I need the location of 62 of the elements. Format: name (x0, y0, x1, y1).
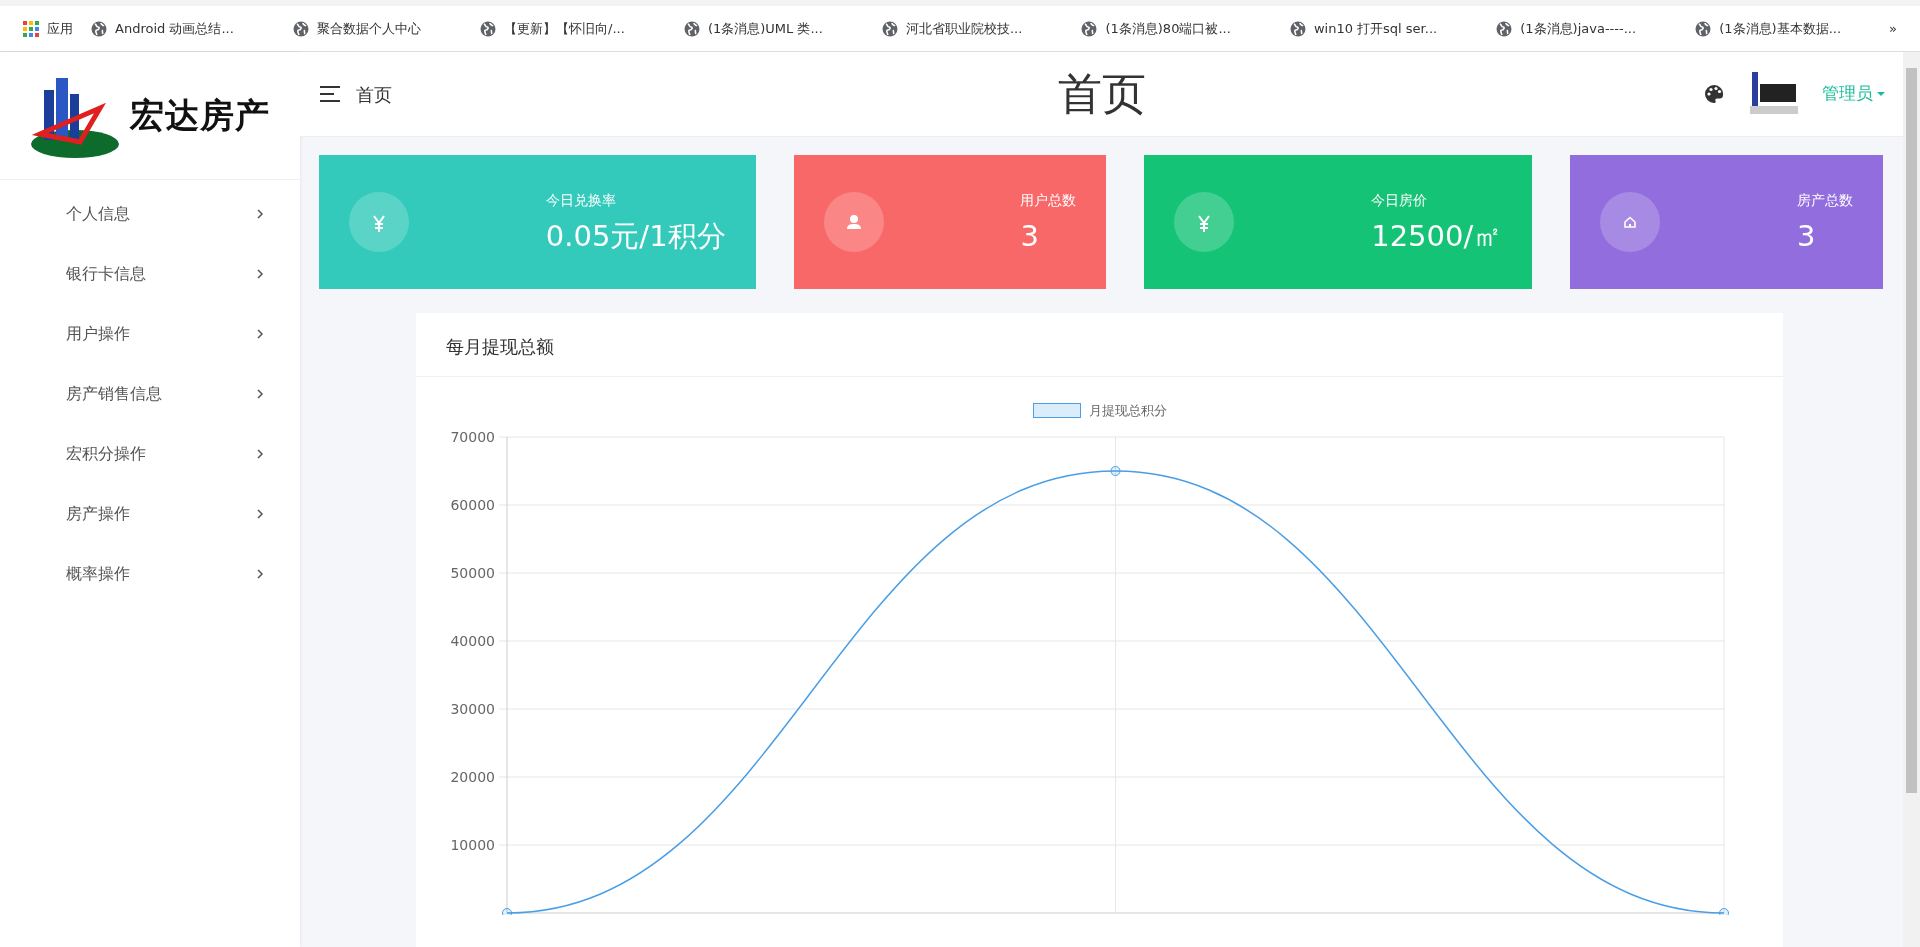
globe-icon (91, 20, 107, 37)
scrollbar-thumb[interactable] (1906, 68, 1917, 793)
stat-label: 今日兑换率 (545, 191, 617, 211)
chevron-right-icon (256, 389, 264, 399)
stat-value: 0.05元/1积分 (545, 219, 726, 254)
globe-icon (881, 20, 898, 37)
stat-label: 今日房价 (1371, 191, 1429, 211)
sidebar-item[interactable]: 宏积分操作 (0, 424, 300, 484)
globe-icon (1496, 20, 1513, 37)
line-marker (1719, 907, 1729, 915)
globe-icon (480, 20, 496, 37)
bookmark-link[interactable]: 聚合数据个人中心 (283, 18, 430, 39)
stat-label: 房产总数 (1797, 191, 1853, 211)
caret-icon (1877, 92, 1885, 96)
apps-grid-icon[interactable] (23, 20, 39, 37)
sidebar-item[interactable]: 个人信息 (0, 184, 300, 244)
stat-value: 3 (1797, 219, 1817, 254)
globe-icon (1081, 20, 1098, 37)
bookmark-link[interactable]: win10 打开sql ser... (1280, 18, 1447, 39)
y-tick-label: 30000 (450, 700, 495, 717)
globe-icon (1289, 20, 1306, 37)
y-tick-label: 70000 (450, 428, 495, 445)
line-marker (502, 907, 512, 915)
legend-label: 月提现总积分 (1088, 402, 1167, 420)
y-tick-label: 60000 (450, 496, 495, 513)
logo-text: 宏达房产 (130, 94, 270, 137)
stat-value: 3 (1020, 219, 1040, 254)
palette-icon[interactable] (1704, 84, 1724, 104)
globe-icon (1695, 20, 1712, 37)
panel-title: 每月提现总额 (416, 313, 1783, 377)
menu-icon[interactable] (320, 86, 340, 102)
bookmark-link[interactable]: (1条消息)基本数据... (1686, 18, 1851, 39)
sidebar-item[interactable]: 概率操作 (0, 544, 300, 604)
chevron-right-icon (256, 449, 264, 459)
chevron-right-icon (256, 569, 264, 579)
sidebar-item[interactable]: 用户操作 (0, 304, 300, 364)
chevron-right-icon (256, 269, 264, 279)
apps-shortcut[interactable]: 应用 (14, 18, 82, 39)
bookmark-link[interactable]: 【更新】【怀旧向/... (471, 18, 634, 39)
stat-label: 用户总数 (1020, 191, 1077, 211)
sidebar-item[interactable]: 银行卡信息 (0, 244, 300, 304)
bookmark-link[interactable]: 河北省职业院校技... (872, 18, 1032, 39)
y-tick-label: 10000 (450, 836, 495, 853)
page-title: 首页 (1057, 67, 1146, 121)
globe-icon (292, 20, 309, 37)
more-bookmarks-button[interactable]: » (1880, 18, 1906, 39)
globe-icon (683, 20, 700, 37)
chevron-right-icon (256, 209, 264, 219)
breadcrumb-text: 首页 (356, 82, 392, 107)
chevron-right-icon (256, 509, 264, 519)
sidebar-item[interactable]: 房产销售信息 (0, 364, 300, 424)
stat-value: 12500/㎡ (1371, 219, 1503, 254)
y-tick-label: 20000 (450, 768, 495, 785)
scrollbar[interactable] (1903, 52, 1920, 947)
bookmark-link[interactable]: Android 动画总结... (82, 18, 243, 39)
bookmark-link[interactable]: (1条消息)UML 类... (674, 18, 832, 39)
chevron-right-icon (256, 329, 264, 339)
bookmark-link[interactable]: (1条消息)java----... (1487, 18, 1646, 39)
sidebar-item[interactable]: 房产操作 (0, 484, 300, 544)
y-tick-label: 40000 (450, 632, 495, 649)
y-tick-label: 50000 (450, 564, 495, 581)
bookmark-link[interactable]: (1条消息)80端口被... (1072, 18, 1240, 39)
